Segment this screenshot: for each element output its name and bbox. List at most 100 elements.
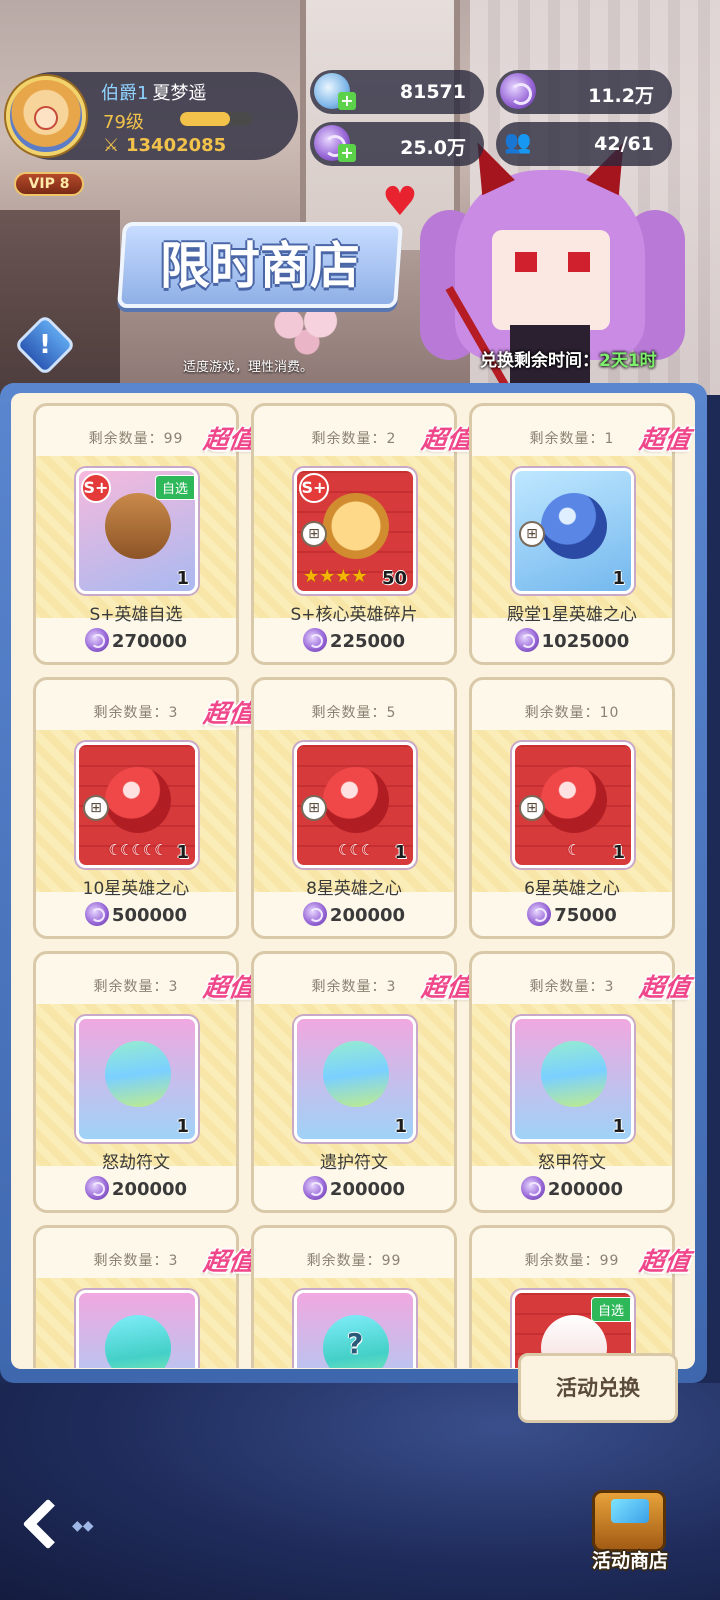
item-name: 怒甲符文 xyxy=(538,1153,606,1173)
preview-grid-icon[interactable]: ⊞ xyxy=(519,795,545,821)
gem-currency[interactable]: + 81571 xyxy=(310,70,484,114)
shop-title-plate: 限时商店 xyxy=(116,222,404,308)
item-price[interactable]: 200000 xyxy=(472,1176,672,1200)
time-value: 2天1时 xyxy=(599,351,657,371)
player-title: 伯爵1 xyxy=(101,83,149,104)
item-price[interactable]: 1025000 xyxy=(472,628,672,652)
item-art xyxy=(318,488,394,564)
shop-item-card[interactable]: 剩余数量：3 超值 1 遗护符文 200000 xyxy=(251,951,474,1213)
self-select-tag: 自选 xyxy=(154,475,195,500)
item-quantity: 1 xyxy=(612,1116,625,1137)
shop-item-card[interactable]: 剩余数量：5 ⊞ ☾☾☾ 1 8星英雄之心 200000 xyxy=(251,677,457,939)
shop-item-grid[interactable]: 剩余数量：99 超值 S+ 自选 1 S+英雄自选 270000 剩余数量：2 超值 S+ ⊞ ★★★… xyxy=(11,393,695,1369)
item-art xyxy=(534,1034,614,1114)
item-icon-frame[interactable]: 1 xyxy=(294,1016,416,1142)
player-level: 79级 xyxy=(103,112,144,133)
activity-shop-label: 活动商店 xyxy=(591,1550,668,1572)
item-art xyxy=(98,1308,178,1368)
player-name-text: 夏梦遥 xyxy=(152,83,207,104)
item-quantity: 1 xyxy=(176,568,189,589)
purple-coin-icon xyxy=(527,902,552,926)
purple-coin-icon xyxy=(84,902,109,926)
shop-item-card[interactable]: 剩余数量：2 超值 S+ ⊞ ★★★★ 50 S+核心英雄碎片 225000 xyxy=(251,403,474,665)
item-price[interactable]: 270000 xyxy=(36,628,236,652)
coin-top-value: 11.2万 xyxy=(588,85,654,107)
back-button[interactable]: ◆◆ xyxy=(20,1498,94,1554)
purple-coin-icon xyxy=(84,1176,109,1200)
item-name: 10星英雄之心 xyxy=(82,879,190,899)
item-icon-frame[interactable]: 1 xyxy=(512,1016,634,1142)
shop-item-card[interactable]: 剩余数量：99 超值 S+ 自选 1 S+英雄自选 270000 xyxy=(33,403,256,665)
purple-coin-icon xyxy=(520,1176,545,1200)
shop-title: 限时商店 xyxy=(159,237,360,295)
shop-item-card[interactable]: 剩余数量：99 超值 自选 xyxy=(469,1225,692,1368)
crossed-swords-icon: ⚔ xyxy=(103,135,120,156)
remaining-quantity: 剩余数量：99 xyxy=(306,1253,402,1269)
shop-item-card[interactable]: 剩余数量：3 超值 ⊞ ☾☾☾☾☾ 1 10星英雄之心 500000 xyxy=(33,677,256,939)
item-price[interactable]: 75000 xyxy=(472,902,672,926)
item-icon-frame[interactable]: ? xyxy=(294,1290,416,1368)
item-price[interactable]: 500000 xyxy=(36,902,236,926)
item-art xyxy=(323,767,389,833)
item-name: S+核心英雄碎片 xyxy=(290,605,418,625)
item-icon-frame[interactable]: S+ 自选 1 xyxy=(76,468,198,594)
activity-exchange-tab[interactable]: 活动兑换 xyxy=(518,1353,678,1423)
combat-power: 13402085 xyxy=(126,135,227,156)
add-coins-button[interactable]: + xyxy=(338,144,356,162)
population-counter[interactable]: 👥 42/61 xyxy=(496,122,672,166)
shop-item-card[interactable]: 剩余数量：3 超值 xyxy=(33,1225,256,1368)
coin-currency-top[interactable]: 11.2万 xyxy=(496,70,672,114)
item-art xyxy=(98,1034,178,1114)
item-price[interactable]: 225000 xyxy=(254,628,454,652)
item-price[interactable]: 200000 xyxy=(254,902,454,926)
preview-grid-icon[interactable]: ⊞ xyxy=(301,521,327,547)
item-name: 6星英雄之心 xyxy=(524,879,620,899)
value-deal-badge: 超值 xyxy=(419,973,474,1002)
item-icon-frame[interactable] xyxy=(76,1290,198,1368)
item-art xyxy=(105,767,171,833)
value-deal-badge: 超值 xyxy=(637,425,692,454)
coin-currency[interactable]: + 25.0万 xyxy=(310,122,484,166)
shop-item-card[interactable]: 剩余数量：10 ⊞ ☾ 1 6星英雄之心 75000 xyxy=(469,677,675,939)
item-name: 遗护符文 xyxy=(320,1153,388,1173)
item-icon-frame[interactable]: ⊞ ☾☾☾ 1 xyxy=(294,742,416,868)
coin-value: 25.0万 xyxy=(400,137,466,159)
shop-item-card[interactable]: 剩余数量：3 超值 1 怒劫符文 200000 xyxy=(33,951,256,1213)
shop-item-card[interactable]: 剩余数量：1 超值 ⊞ 1 殿堂1星英雄之心 1025000 xyxy=(469,403,692,665)
item-art xyxy=(316,1034,396,1114)
item-name: 殿堂1星英雄之心 xyxy=(507,605,637,625)
preview-grid-icon[interactable]: ⊞ xyxy=(301,795,327,821)
item-art xyxy=(105,493,171,559)
item-icon-frame[interactable]: S+ ⊞ ★★★★ 50 xyxy=(294,468,416,594)
s-plus-rank-icon: S+ xyxy=(81,473,111,503)
purple-coin-icon xyxy=(514,628,539,652)
shop-item-card[interactable]: 剩余数量：99? xyxy=(251,1225,457,1368)
shop-item-card[interactable]: 剩余数量：3 超值 1 怒甲符文 200000 xyxy=(469,951,692,1213)
health-notice: 适度游戏，理性消费。 xyxy=(183,360,314,375)
value-deal-badge: 超值 xyxy=(201,425,256,454)
item-quantity: 1 xyxy=(394,1116,407,1137)
item-icon-frame[interactable]: 1 xyxy=(76,1016,198,1142)
item-quantity: 1 xyxy=(612,568,625,589)
item-quantity: 1 xyxy=(394,842,407,863)
preview-grid-icon[interactable]: ⊞ xyxy=(83,795,109,821)
preview-grid-icon[interactable]: ⊞ xyxy=(519,521,545,547)
player-avatar[interactable] xyxy=(6,76,86,156)
value-deal-badge: 超值 xyxy=(201,973,256,1002)
purple-coin-icon xyxy=(84,628,109,652)
heart-icon: ♥ xyxy=(382,179,418,225)
item-name: S+英雄自选 xyxy=(89,605,183,625)
item-price[interactable]: 200000 xyxy=(36,1176,236,1200)
item-icon-frame[interactable]: ⊞ 1 xyxy=(512,468,634,594)
value-deal-badge: 超值 xyxy=(419,425,474,454)
add-gems-button[interactable]: + xyxy=(338,92,356,110)
purple-coin-icon xyxy=(500,73,536,109)
item-quantity: 1 xyxy=(176,1116,189,1137)
item-price[interactable]: 200000 xyxy=(254,1176,454,1200)
item-icon-frame[interactable]: ⊞ ☾ 1 xyxy=(512,742,634,868)
item-icon-frame[interactable]: ⊞ ☾☾☾☾☾ 1 xyxy=(76,742,198,868)
activity-shop-button[interactable]: 活动商店 xyxy=(580,1490,680,1572)
self-select-tag: 自选 xyxy=(590,1297,631,1322)
value-deal-badge: 超值 xyxy=(201,1247,256,1276)
vip-badge[interactable]: VIP 8 xyxy=(14,172,84,196)
